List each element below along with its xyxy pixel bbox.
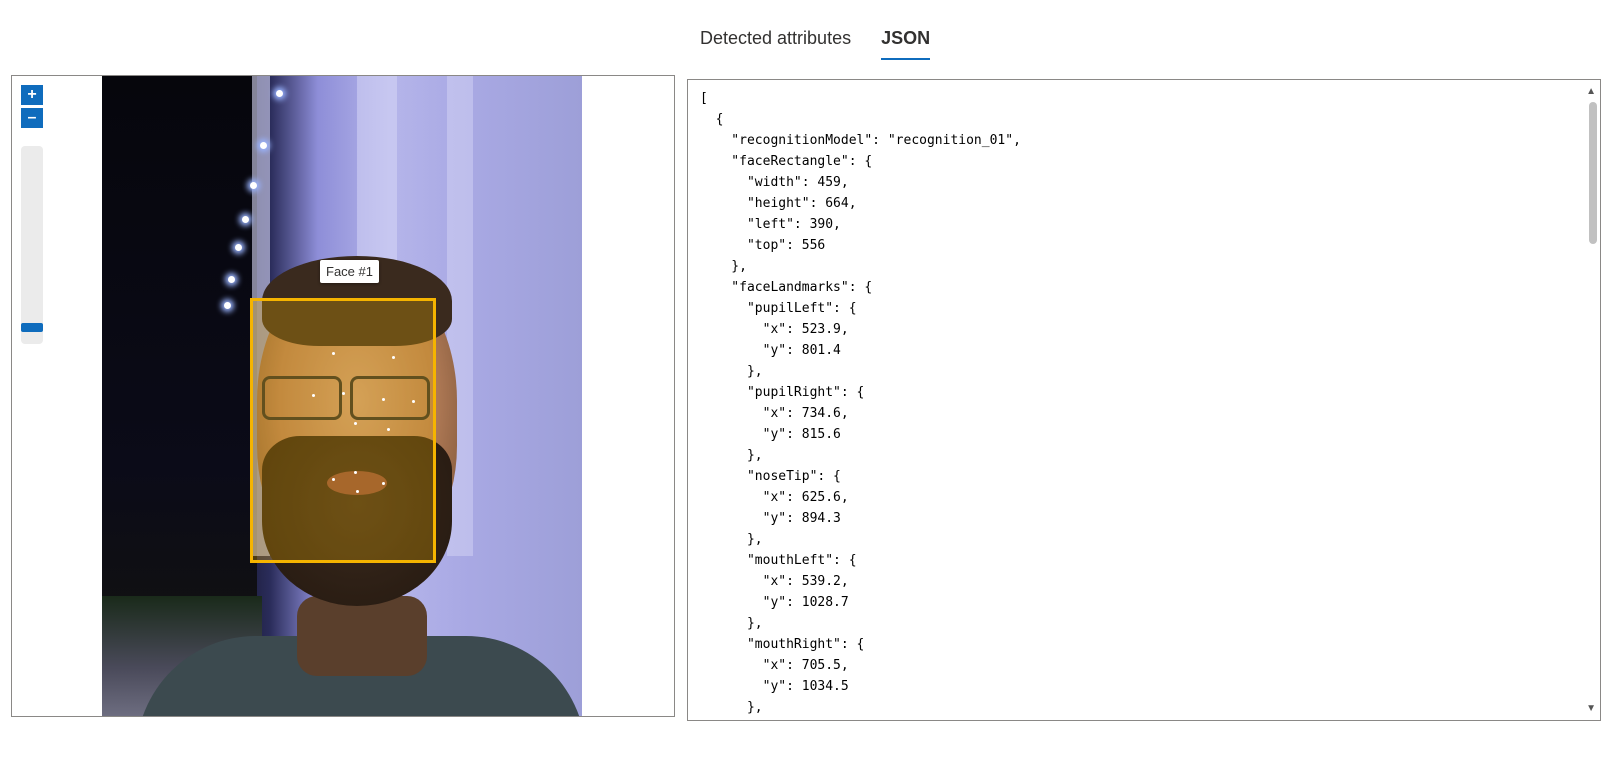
face-landmark bbox=[312, 394, 315, 397]
building-light bbox=[224, 302, 231, 309]
face-landmark bbox=[356, 490, 359, 493]
zoom-slider-thumb[interactable] bbox=[21, 323, 43, 332]
json-output-panel[interactable]: [ { "recognitionModel": "recognition_01"… bbox=[687, 79, 1601, 721]
face-landmark bbox=[354, 422, 357, 425]
image-viewer[interactable]: Face #1 + – bbox=[11, 75, 675, 717]
night-sky bbox=[102, 76, 257, 636]
face-landmark bbox=[382, 482, 385, 485]
building-light bbox=[260, 142, 267, 149]
face-landmark bbox=[332, 478, 335, 481]
scroll-up-arrow-icon[interactable]: ▲ bbox=[1586, 86, 1596, 97]
scroll-down-arrow-icon[interactable]: ▼ bbox=[1586, 703, 1596, 714]
face-landmark bbox=[354, 471, 357, 474]
json-text: [ { "recognitionModel": "recognition_01"… bbox=[700, 91, 1021, 715]
zoom-in-button[interactable]: + bbox=[21, 85, 43, 105]
face-landmark bbox=[387, 428, 390, 431]
face-landmark bbox=[332, 352, 335, 355]
building-light bbox=[276, 90, 283, 97]
face-landmark bbox=[412, 400, 415, 403]
tab-bar: Detected attributes JSON bbox=[700, 24, 931, 64]
zoom-slider-track[interactable] bbox=[21, 146, 43, 344]
person-neck bbox=[297, 596, 427, 676]
building-light bbox=[242, 216, 249, 223]
zoom-out-button[interactable]: – bbox=[21, 108, 43, 128]
tab-json[interactable]: JSON bbox=[881, 24, 931, 60]
face-landmark bbox=[392, 356, 395, 359]
scrollbar-thumb[interactable] bbox=[1589, 102, 1597, 244]
building-light bbox=[250, 182, 257, 189]
tab-detected-attributes[interactable]: Detected attributes bbox=[700, 24, 851, 60]
face-landmark bbox=[342, 392, 345, 395]
building-light bbox=[235, 244, 242, 251]
face-label: Face #1 bbox=[320, 260, 379, 283]
face-bounding-box[interactable] bbox=[250, 298, 436, 563]
face-landmark bbox=[382, 398, 385, 401]
building-light bbox=[228, 276, 235, 283]
